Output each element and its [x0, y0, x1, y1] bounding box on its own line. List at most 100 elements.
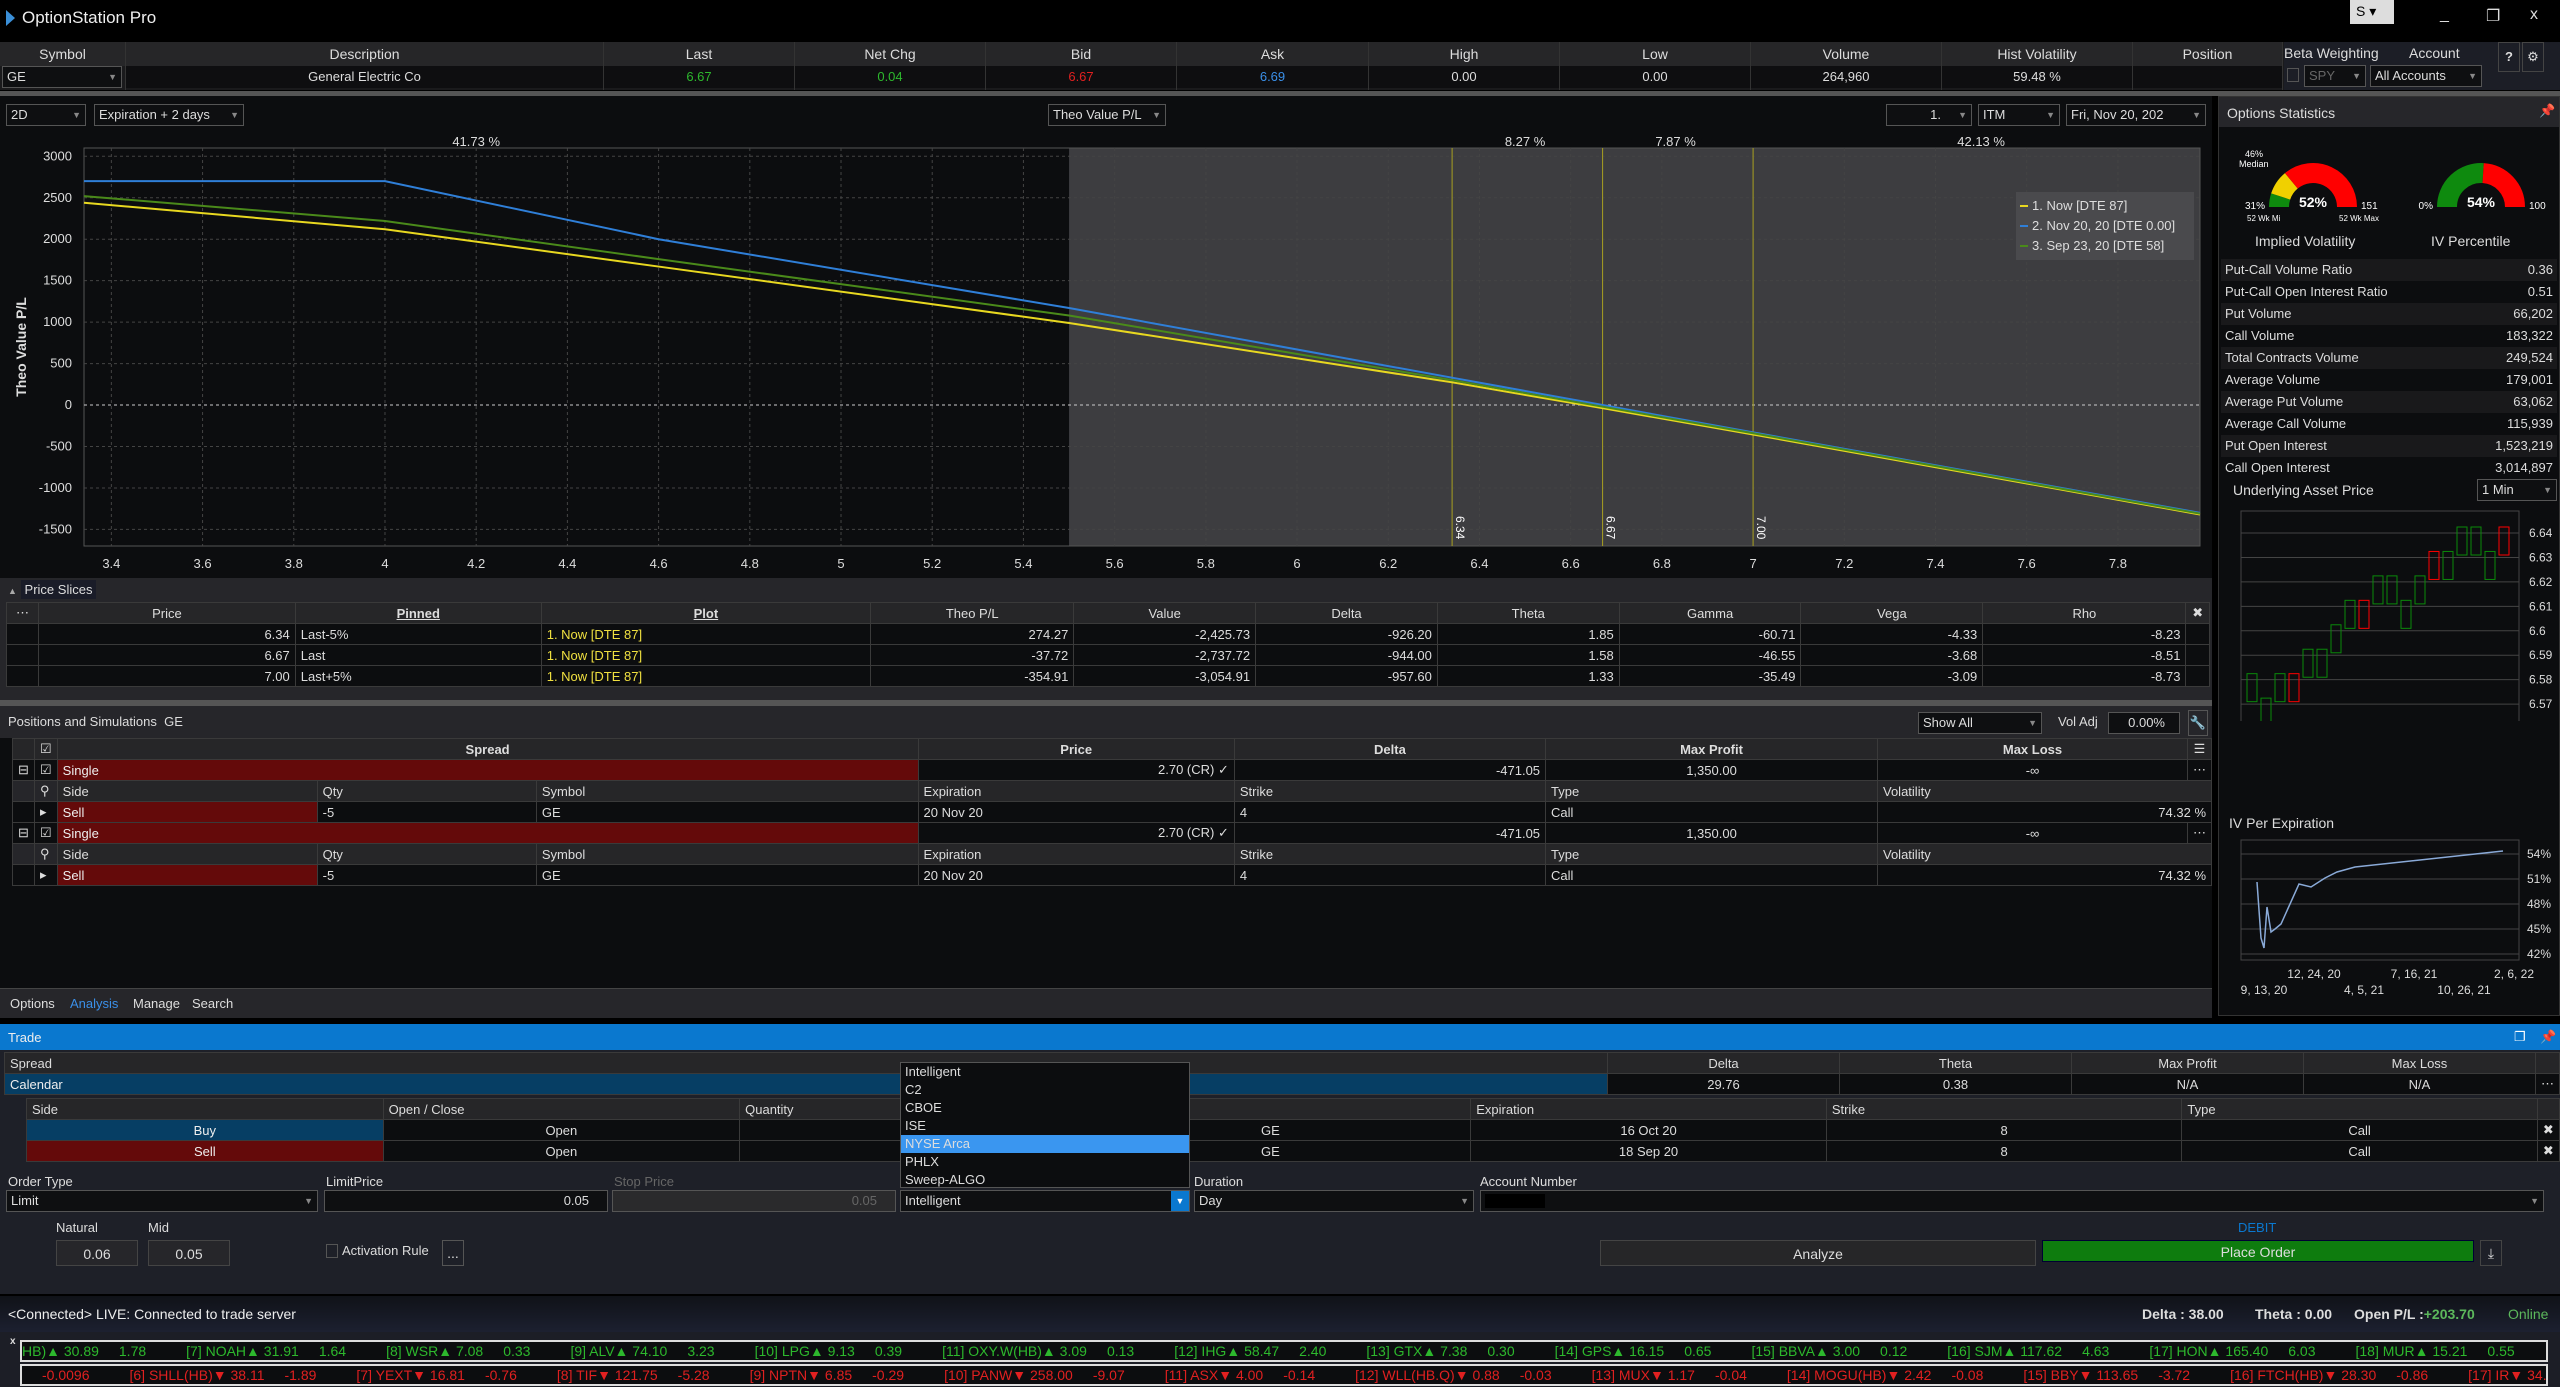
leg-type-select[interactable]: Call [1545, 864, 1878, 886]
user-menu-button[interactable]: S ▾ [2350, 0, 2394, 24]
slice-pinned[interactable]: Last [294, 644, 542, 666]
ticker-item[interactable]: [16] SJM▲ 117.62 4.63 [1947, 1343, 2129, 1359]
chevron-down-icon[interactable]: ▼ [1171, 1191, 1189, 1211]
symbol-select[interactable]: GE ▼ [2, 66, 122, 88]
ticker-item[interactable]: [18] MUR▲ 15.21 0.55 [2355, 1343, 2534, 1359]
menu-icon[interactable]: ⋯ [5, 602, 40, 624]
place-order-button[interactable]: Place Order [2042, 1240, 2474, 1262]
leg-strike-select[interactable]: 8 [1825, 1140, 2183, 1162]
leg-side-select[interactable]: Sell [56, 864, 318, 886]
expand-icon[interactable]: ▸ [34, 801, 58, 823]
spread-select[interactable]: Single [56, 759, 919, 781]
leg-strike-select[interactable]: 4 [1233, 801, 1547, 823]
route-option[interactable]: NYSE Arca [901, 1135, 1189, 1153]
spread-checkbox[interactable]: ☑ [34, 759, 58, 781]
wrench-icon[interactable]: 🔧 [2188, 710, 2208, 736]
leg-qty-stepper[interactable]: -5 [316, 864, 537, 886]
more-icon[interactable]: ⋯ [2187, 759, 2212, 781]
order-type-select[interactable]: Limit ▼ [6, 1190, 318, 1212]
route-option[interactable]: C2 [901, 1081, 1189, 1099]
ticker-item[interactable]: [17] HON▲ 165.40 6.03 [2149, 1343, 2335, 1359]
more-icon[interactable]: ⋯ [2187, 822, 2212, 844]
analyze-button[interactable]: Analyze [1600, 1240, 2036, 1266]
ticker-item[interactable]: [7] YEXT▼ 16.81 -0.76 [356, 1367, 536, 1383]
remove-leg-icon[interactable]: ✖ [2536, 1140, 2560, 1162]
slice-pinned[interactable]: Last-5% [294, 623, 542, 645]
filter-select[interactable]: Show All ▼ [1918, 712, 2042, 734]
minimize-button[interactable]: _ [2440, 6, 2449, 24]
pl-chart[interactable]: 3.4 3.6 3.8 4 4.2 4.4 4.6 4.8 5 5.2 5.4 5.6 5.8 6 6.2 6… [0, 128, 2212, 578]
dimension-select[interactable]: 2D ▼ [6, 104, 86, 126]
restore-button[interactable]: ❐ [2486, 6, 2500, 26]
duration-select[interactable]: Day ▼ [1194, 1190, 1474, 1212]
ticker-item[interactable]: [13] MUX▼ 1.17 -0.04 [1592, 1367, 1767, 1383]
ticker-item[interactable]: [7] NOAH▲ 31.91 1.64 [186, 1343, 366, 1359]
gear-icon[interactable]: ⚙ [2522, 42, 2544, 72]
route-option[interactable]: PHLX [901, 1153, 1189, 1171]
ticker-item[interactable]: [13] GTX▲ 7.38 0.30 [1366, 1343, 1534, 1359]
leg-strike-select[interactable]: 8 [1825, 1119, 2183, 1141]
interval-select[interactable]: 1 Min ▼ [2477, 479, 2557, 501]
collapse-icon[interactable]: ⊟ [12, 822, 35, 844]
leg-side-select[interactable]: Sell [56, 801, 318, 823]
download-icon[interactable]: ⤓ [2480, 1240, 2502, 1266]
tab-search[interactable]: Search [192, 996, 233, 1011]
ticker-item[interactable]: [14] MOGU(HB)▼ 2.42 -0.08 [1787, 1367, 2003, 1383]
ticker-item[interactable]: [11] ASX▼ 4.00 -0.14 [1165, 1367, 1335, 1383]
ticker-item[interactable]: [10] LPG▲ 9.13 0.39 [755, 1343, 923, 1359]
expand-icon[interactable]: ▸ [34, 864, 58, 886]
ticker-item[interactable]: [10] PANW▼ 258.00 -9.07 [944, 1367, 1145, 1383]
activation-rule-button[interactable]: ... [442, 1240, 464, 1266]
spread-checkbox[interactable]: ☑ [34, 822, 58, 844]
leg-open-close-select[interactable]: Open [382, 1119, 741, 1141]
ticker-item[interactable]: [16] FTCH(HB)▼ 28.30 -0.86 [2230, 1367, 2448, 1383]
natural-price-button[interactable]: 0.06 [56, 1240, 138, 1266]
leg-type-select[interactable]: Call [1545, 801, 1878, 823]
activation-rule-checkbox[interactable] [326, 1244, 338, 1258]
route-option[interactable]: Intelligent [901, 1063, 1189, 1081]
leg-qty-stepper[interactable]: -5 [316, 801, 537, 823]
itm-select[interactable]: ITM ▼ [1978, 104, 2060, 126]
close-button[interactable]: x [2530, 6, 2538, 24]
slice-plot[interactable]: 1. Now [DTE 87] [540, 665, 872, 687]
ticker-item[interactable]: [11] OXY.W(HB)▲ 3.09 0.13 [942, 1343, 1154, 1359]
stop-price-stepper[interactable]: 0.05 [612, 1190, 896, 1212]
tab-analysis[interactable]: Analysis [70, 996, 118, 1011]
spread-type-select[interactable]: Calendar [4, 1073, 1608, 1095]
leg-open-close-select[interactable]: Open [382, 1140, 741, 1162]
leg-symbol[interactable]: GE [535, 801, 919, 823]
columns-menu-icon[interactable]: ☰ [2187, 738, 2212, 760]
pin-icon[interactable]: 📌 [2540, 1029, 2556, 1045]
ticker-item[interactable]: [17] IR▼ 34.50-0.94 [2468, 1367, 2546, 1383]
slice-price[interactable]: 6.34 [38, 623, 296, 645]
leg-type-select[interactable]: Call [2181, 1119, 2538, 1141]
slice-price[interactable]: 7.00 [38, 665, 296, 687]
ticker-item[interactable]: [15] BBY▼ 113.65 -3.72 [2023, 1367, 2210, 1383]
ticker-item[interactable]: -0.0096 [22, 1367, 109, 1383]
close-slices-icon[interactable]: ✖ [2185, 602, 2210, 624]
metric-select[interactable]: Theo Value P/L ▼ [1048, 104, 1166, 126]
ticker-item[interactable]: [8] WSR▲ 7.08 0.33 [386, 1343, 550, 1359]
leg-expiration-select[interactable]: 18 Sep 20 [1470, 1140, 1827, 1162]
popout-icon[interactable]: ❐ [2514, 1029, 2526, 1045]
select-all-checkbox[interactable]: ☑ [34, 738, 58, 760]
account-number-select[interactable]: ▼ [1480, 1190, 2544, 1212]
col-plot[interactable]: Plot [540, 602, 872, 624]
col-pinned[interactable]: Pinned [294, 602, 542, 624]
limit-price-stepper[interactable]: 0.05 [324, 1190, 608, 1212]
leg-symbol[interactable]: GE [535, 864, 919, 886]
leg-expiration-select[interactable]: 16 Oct 20 [1470, 1119, 1827, 1141]
search-icon[interactable]: ⚲ [34, 843, 58, 865]
slice-pinned[interactable]: Last+5% [294, 665, 542, 687]
slice-plot[interactable]: 1. Now [DTE 87] [540, 644, 872, 666]
ticker-item[interactable]: [6] SHLL(HB)▼ 38.11 -1.89 [129, 1367, 336, 1383]
ticker-item[interactable]: [9] NPTN▼ 6.85 -0.29 [750, 1367, 924, 1383]
route-option[interactable]: CBOE [901, 1099, 1189, 1117]
date-picker[interactable]: Fri, Nov 20, 202 ▼ [2066, 104, 2206, 126]
more-icon[interactable]: ⋯ [2535, 1073, 2560, 1095]
close-ticker-icon[interactable]: x [10, 1336, 16, 1347]
ticker-item[interactable]: [14] GPS▲ 16.15 0.65 [1555, 1343, 1732, 1359]
remove-leg-icon[interactable]: ✖ [2536, 1119, 2560, 1141]
ticker-item[interactable]: HB)▲ 30.89 1.78 [22, 1343, 166, 1359]
spread-select[interactable]: Single [56, 822, 919, 844]
